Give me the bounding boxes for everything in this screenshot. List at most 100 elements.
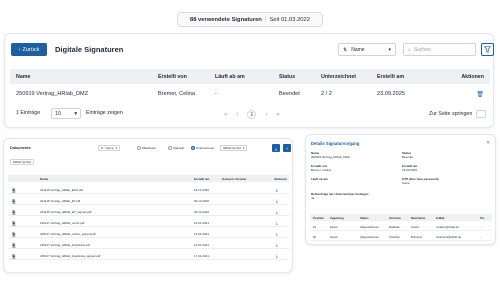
last-page-icon[interactable]: » <box>276 112 279 118</box>
trash-icon[interactable]: 🗑 <box>476 91 484 98</box>
usage-since: Seit 01.03.2022 <box>269 16 310 23</box>
sort-label: Name <box>351 46 365 53</box>
signers-table-header: Position Zugehörig Status Vorname Nachna… <box>310 214 492 221</box>
field-created: Erstellt am 23.09.2025 <box>402 164 418 173</box>
col-expires[interactable]: Läuft ab am <box>215 74 245 80</box>
field-creator: Erstellt von Bremer, Celina <box>311 164 331 173</box>
plus-icon: + <box>285 145 289 151</box>
download-icon[interactable]: ⤓ <box>276 220 278 225</box>
download-icon[interactable]: ⤓ <box>276 187 278 192</box>
cell-status: Beendet <box>279 91 300 97</box>
documents-title: Dokumente <box>10 146 31 150</box>
radio-selected-icon <box>191 146 195 150</box>
company-select[interactable]: HRlab GmbH ▾ <box>220 145 248 151</box>
col-signed[interactable]: Unterzeichnet <box>321 74 356 80</box>
col-actions: Aktionen <box>461 74 484 80</box>
table-row: #1 Extern Abgeschlossen Matthias Castro … <box>310 222 492 231</box>
radio-icon <box>137 146 141 150</box>
table-row[interactable]: 250919 Vertrag_HRlab_DMZ Bremer, Celina … <box>10 86 490 101</box>
filter-button[interactable] <box>481 43 494 56</box>
col-name[interactable]: Name <box>16 74 30 80</box>
pagination: 1 Einträge 10 ▾ Einträge zeigen « ‹ 1 › … <box>10 107 490 122</box>
cell-name: 250919 Vertrag_HRlab_DMZ <box>16 91 89 97</box>
document-icon: 🗎 <box>12 242 16 248</box>
field-name: Name 250919 Vertrag_HRlab_DMZ <box>311 151 350 160</box>
details-title: Details Signaturvorgang <box>311 141 360 146</box>
download-icon: ⤓ <box>275 145 277 151</box>
filter-employee[interactable]: Mitarbeiter <box>137 145 156 151</box>
filter-icon <box>484 46 491 53</box>
cell-creator: Bremer, Celina <box>158 91 195 97</box>
table-row[interactable]: 🗎 230117 Vertrag_HRlab_Fonktrara_signed.p… <box>8 250 289 260</box>
documents-table-header: Name Erstellt am Gelesen / Erstver Aktio… <box>8 175 289 182</box>
filter-location[interactable]: Standort <box>168 145 184 151</box>
table-row: #2 Extern Abgeschlossen Christian Bohnen… <box>310 232 492 241</box>
usage-count: 88 verwendete Signaturen <box>190 16 262 23</box>
table-row[interactable]: 🗎 230117 Vertrag_HRlab_comb.pdf 12.01.2021… <box>8 217 289 227</box>
goto-page-input[interactable] <box>476 110 487 118</box>
download-icon[interactable]: ⤓ <box>276 242 278 247</box>
download-icon[interactable]: ⤓ <box>276 231 278 236</box>
back-button[interactable]: ‹ Zurück <box>11 43 47 56</box>
usage-summary: 88 verwendete Signaturen | Seit 01.03.20… <box>177 12 323 27</box>
cell-created: 23.09.2025 <box>377 91 405 97</box>
download-button[interactable]: ⤓ <box>272 144 280 152</box>
signatures-card: ‹ Zurück Digitale Signaturen ⇅ Name ▾ ⌕ … <box>4 33 494 128</box>
search-icon: ⌕ <box>408 46 411 53</box>
goto-label: Zur Seite springen <box>429 111 473 117</box>
field-expires: Läuft ab am - <box>311 177 328 186</box>
per-page-value: 10 <box>55 110 61 117</box>
sort-select[interactable]: ⇅ Name ▾ <box>338 43 396 56</box>
chevron-down-icon: ▾ <box>74 110 77 117</box>
col-created[interactable]: Erstellt am <box>377 74 404 80</box>
chevron-down-icon: ▾ <box>388 46 391 53</box>
documents-card: Dokumente ⇅ Name ▾ Mitarbeiter Standort … <box>3 138 293 273</box>
sort-icon: ⇅ <box>101 146 104 150</box>
current-page[interactable]: 1 <box>247 110 257 119</box>
sort-icon: ⇅ <box>343 46 348 53</box>
next-page-icon[interactable]: › <box>265 112 267 118</box>
search-input[interactable]: ⌕ Suchen <box>403 43 476 56</box>
per-page-label: Einträge zeigen <box>86 110 123 116</box>
download-icon[interactable]: ⤓ <box>276 209 278 214</box>
download-icon[interactable]: ⤓ <box>276 198 278 203</box>
add-button[interactable]: + <box>283 144 291 152</box>
col-status[interactable]: Status <box>279 74 295 80</box>
cell-expires: - <box>215 91 217 97</box>
table-row[interactable]: 🗎 230117 Vertrag_HRlab_Fonktrara.pdf 12.01… <box>8 239 289 249</box>
cell-signed: 2 / 2 <box>321 91 332 97</box>
chevron-down-icon: ▾ <box>115 146 118 150</box>
signature-details-card: Details Signaturvorgang ✕ Name 250919 Ver… <box>305 134 496 245</box>
table-header: Name Erstellt von Läuft ab am Status Unt… <box>10 69 490 84</box>
filter-chip[interactable]: HRlab GmbH <box>10 159 34 165</box>
entries-count: 1 Einträge <box>16 110 41 116</box>
page-title: Digitale Signaturen <box>55 45 124 54</box>
chevron-down-icon: ▾ <box>242 146 245 150</box>
table-row[interactable]: 🗎 221126 Vertrag_HRlab_ET_signed.pdf 30.12… <box>8 206 289 216</box>
field-otp: OTP (One time password) Keine <box>402 177 439 186</box>
table-row[interactable]: 🗎 221116 Vertrag_HRlab_EUA.pdf 16.12.2020 ⤓ <box>8 184 289 194</box>
document-icon: 🗎 <box>12 220 16 226</box>
prev-page-icon[interactable]: ‹ <box>236 112 238 118</box>
first-page-icon[interactable]: « <box>224 112 227 118</box>
field-status: Status Beendet <box>402 151 414 160</box>
back-label: Zurück <box>22 46 40 53</box>
document-icon: 🗎 <box>12 198 16 204</box>
radio-icon <box>168 146 172 150</box>
col-creator[interactable]: Erstellt von <box>158 74 187 80</box>
table-row[interactable]: 🗎 230117 Vertrag_HRlab_online_signed.pdf 1… <box>8 228 289 238</box>
document-icon: 🗎 <box>12 253 16 259</box>
page-nav: « ‹ 1 › » <box>224 110 280 119</box>
download-icon[interactable]: ⤓ <box>276 253 278 258</box>
table-row[interactable]: 🗎 221116 Vertrag_HRlab_ET.pdf 30.12.2020 ⤓ <box>8 195 289 205</box>
document-icon: 🗎 <box>12 187 16 193</box>
docs-sort-select[interactable]: ⇅ Name ▾ <box>98 145 121 151</box>
search-placeholder: Suchen <box>413 46 431 53</box>
arrow-left-icon: ‹ <box>18 46 21 53</box>
document-icon: 🗎 <box>12 209 16 215</box>
goto-page: Zur Seite springen <box>429 110 487 118</box>
close-icon[interactable]: ✕ <box>486 140 490 146</box>
filter-company[interactable]: Unternehmen <box>191 145 214 151</box>
per-page-select[interactable]: 10 ▾ <box>51 108 81 119</box>
field-signer-order: Reihenfolge der Unterzeichner festlegen J… <box>311 192 369 201</box>
